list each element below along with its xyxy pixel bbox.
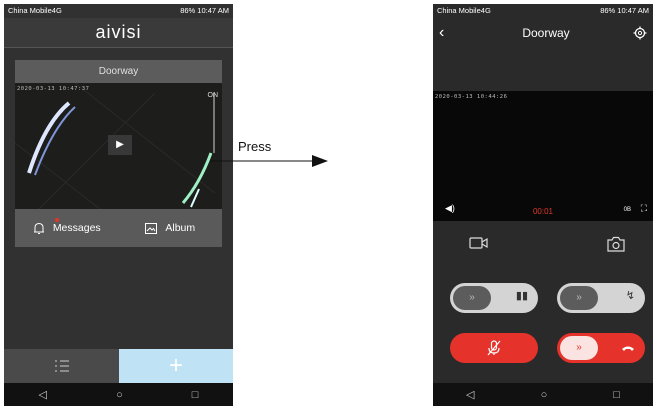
unread-dot	[55, 217, 59, 222]
android-nav-bar: ◁ ○ □	[4, 383, 233, 406]
bottom-tab-bar: +	[4, 349, 233, 383]
slider-knob[interactable]: »	[560, 336, 598, 360]
recording-timer: 00:01	[532, 207, 554, 216]
press-annotation: Press	[238, 139, 272, 154]
page-title: Doorway	[522, 26, 570, 40]
canvas: China Mobile4G 86% 10:47 AM aivisi Doorw…	[0, 0, 653, 406]
camera-thumbnail[interactable]: 2020-03-13 10:47:37 ON ▶	[15, 83, 222, 209]
data-rate-label: 0B	[623, 207, 631, 213]
tab-device-list[interactable]	[4, 349, 119, 383]
hangup-slider[interactable]: »	[557, 333, 645, 363]
camera-name: Doorway	[15, 60, 222, 83]
status-right: 86% 10:47 AM	[600, 4, 649, 18]
mute-mic-button[interactable]	[450, 333, 538, 363]
door-icon: ▮▮	[515, 290, 528, 302]
image-icon	[145, 222, 158, 234]
nav-recents-icon[interactable]: □	[192, 389, 199, 401]
app-header: aivisi	[4, 18, 233, 48]
record-video-icon[interactable]	[469, 236, 489, 250]
left-phone-screen: China Mobile4G 86% 10:47 AM aivisi Doorw…	[4, 4, 233, 406]
media-tools	[433, 236, 653, 252]
android-nav-bar: ◁ ○ □	[433, 383, 653, 406]
play-button[interactable]: ▶	[108, 135, 132, 155]
nav-back-icon[interactable]: ◁	[39, 388, 47, 401]
album-button[interactable]: Album	[119, 222, 223, 234]
snapshot-camera-icon[interactable]	[607, 236, 625, 252]
arrow-right-icon	[210, 155, 328, 167]
camera-actions: Messages Album	[15, 209, 222, 247]
list-icon	[54, 360, 69, 372]
status-right: 86% 10:47 AM	[180, 4, 229, 18]
battery-label: 86%	[180, 6, 196, 15]
status-bar: China Mobile4G 86% 10:47 AM	[4, 4, 233, 18]
bell-icon	[33, 222, 44, 234]
carrier-label: China Mobile4G	[8, 6, 62, 15]
album-label: Album	[165, 222, 196, 234]
clock-label: 10:47 AM	[617, 6, 649, 15]
camera-timestamp: 2020-03-13 10:47:37	[17, 86, 90, 92]
clock-label: 10:47 AM	[197, 6, 229, 15]
nav-home-icon[interactable]: ○	[116, 389, 123, 401]
nav-back-icon[interactable]: ◁	[466, 388, 474, 401]
unlock-door-slider[interactable]: » ▮▮	[450, 283, 538, 313]
slider-knob[interactable]: »	[453, 286, 491, 310]
camera-card[interactable]: Doorway 2020-03-13 10:47:37 ON ▶ Message…	[15, 60, 222, 247]
messages-label: Messages	[52, 222, 101, 234]
app-logo: aivisi	[95, 22, 142, 42]
key-icon: ↯	[625, 290, 635, 302]
play-icon: ▶	[116, 139, 124, 150]
camera-state-label: ON	[207, 92, 219, 99]
nav-recents-icon[interactable]: □	[613, 389, 620, 401]
unlock-gate-slider[interactable]: » ↯	[557, 283, 645, 313]
back-chevron-icon[interactable]: ‹	[439, 24, 459, 42]
carrier-label: China Mobile4G	[437, 6, 491, 15]
live-header: ‹ Doorway	[433, 18, 653, 48]
mic-off-icon	[487, 340, 501, 356]
live-video[interactable]: 2020-03-13 10:44:26 ◀) 00:01 0B ⛶	[433, 91, 653, 221]
slider-knob[interactable]: »	[560, 286, 598, 310]
fullscreen-icon[interactable]: ⛶	[641, 203, 647, 214]
messages-button[interactable]: Messages	[15, 217, 119, 235]
video-timestamp: 2020-03-13 10:44:26	[435, 94, 508, 100]
hangup-phone-icon	[622, 346, 634, 351]
battery-label: 86%	[600, 6, 616, 15]
right-phone-screen: China Mobile4G 86% 10:47 AM ‹ Doorway 20…	[433, 4, 653, 406]
status-bar: China Mobile4G 86% 10:47 AM	[433, 4, 653, 18]
gear-icon[interactable]	[633, 26, 647, 40]
plus-icon: +	[168, 352, 183, 379]
tab-add-device[interactable]: +	[119, 349, 233, 383]
nav-home-icon[interactable]: ○	[541, 389, 548, 401]
